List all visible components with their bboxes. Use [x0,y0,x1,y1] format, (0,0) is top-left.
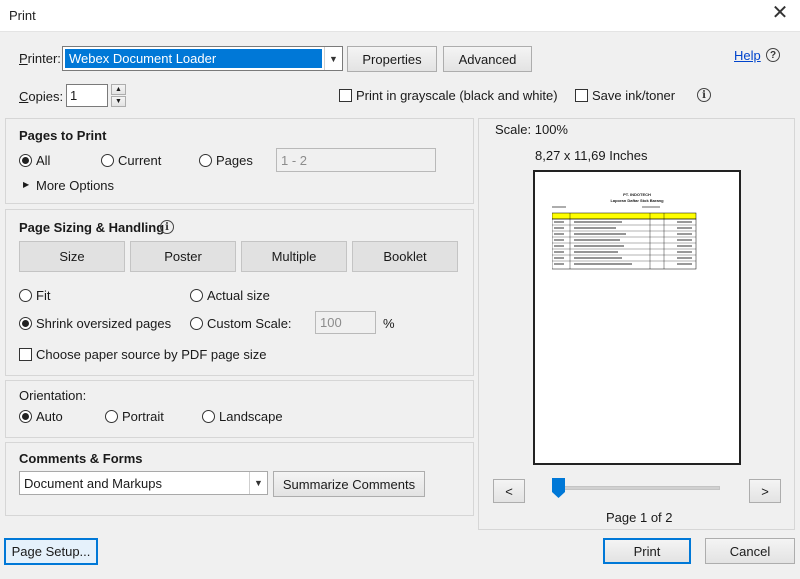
orientation-landscape-radio[interactable] [202,410,215,423]
multiple-button-label: Multiple [271,249,317,264]
grayscale-checkbox[interactable] [339,89,352,102]
fit-label: Fit [36,288,51,303]
comments-select-value: Document and Markups [24,476,163,491]
next-page-button[interactable]: > [749,479,781,503]
orientation-landscape-label: Landscape [219,409,283,424]
preview-doc-title: PT. INDOTECH [623,192,651,197]
custom-scale-value: 100 [320,315,342,330]
window-title: Print [9,8,36,23]
page-setup-label: Page Setup... [11,544,91,559]
properties-button[interactable]: Properties [347,46,437,72]
info-icon[interactable]: i [697,88,711,102]
copies-down-button[interactable]: ▼ [111,96,126,107]
pages-current-label: Current [118,153,162,168]
copies-label: Copies: [19,89,64,104]
summarize-comments-label: Summarize Comments [282,476,416,492]
advanced-button-label: Advanced [458,51,517,67]
size-button-label: Size [59,249,85,264]
preview-doc-subtitle: Laporan Daftar Stok Barang [610,198,664,203]
title-bar [0,0,800,32]
comments-forms-heading: Comments & Forms [19,451,143,466]
shrink-label: Shrink oversized pages [36,316,172,331]
pages-all-radio[interactable] [19,154,32,167]
prev-page-button[interactable]: < [493,479,525,503]
help-icon[interactable]: ? [766,48,780,62]
custom-scale-radio[interactable] [190,317,203,330]
chevron-right-icon: > [761,483,769,499]
orientation-portrait-label: Portrait [122,409,164,424]
comments-select[interactable]: Document and Markups ▼ [19,471,268,495]
print-button-label: Print [633,543,661,559]
more-options-toggle[interactable]: More Options [36,178,114,193]
printer-select-value: Webex Document Loader [69,51,217,66]
grayscale-label: Print in grayscale (black and white) [356,88,558,103]
fit-radio[interactable] [19,289,32,302]
size-button[interactable]: Size [19,241,125,272]
properties-button-label: Properties [362,51,422,67]
pages-all-label: All [36,153,51,168]
pages-range-value: 1 - 2 [281,152,308,168]
page-slider-track[interactable] [554,486,720,490]
preview-page: PT. INDOTECH Laporan Daftar Stok Barang [533,170,741,465]
page-setup-button[interactable]: Page Setup... [4,538,98,565]
copies-up-button[interactable]: ▲ [111,84,126,95]
orientation-auto-label: Auto [36,409,63,424]
paper-source-label: Choose paper source by PDF page size [36,347,267,362]
summarize-comments-button[interactable]: Summarize Comments [273,471,425,497]
chevron-left-icon: < [505,483,513,499]
pages-range-label: Pages [216,153,253,168]
actual-size-radio[interactable] [190,289,203,302]
paper-source-checkbox[interactable] [19,348,32,361]
page-info: Page 1 of 2 [606,510,673,525]
orientation-portrait-radio[interactable] [105,410,118,423]
poster-button-label: Poster [164,249,202,264]
copies-input[interactable]: 1 [66,84,108,107]
print-button[interactable]: Print [603,538,691,564]
cancel-button[interactable]: Cancel [705,538,795,564]
help-link[interactable]: Help [734,48,761,63]
pages-current-radio[interactable] [101,154,114,167]
printer-label: Printer: [19,51,61,66]
advanced-button[interactable]: Advanced [443,46,532,72]
booklet-button-label: Booklet [383,249,427,264]
close-icon[interactable]: ✕ [768,3,792,23]
multiple-button[interactable]: Multiple [241,241,347,272]
preview-scale: Scale: 100% [495,122,568,137]
custom-scale-label: Custom Scale: [207,316,292,331]
shrink-radio[interactable] [19,317,32,330]
page-sizing-heading: Page Sizing & Handling [19,220,165,235]
preview-doc-table [552,206,697,270]
copies-value: 1 [70,88,78,103]
chevron-down-icon: ▼ [324,47,342,70]
printer-select[interactable]: Webex Document Loader ▼ [62,46,343,71]
actual-size-label: Actual size [207,288,270,303]
percent-label: % [383,316,395,331]
save-ink-checkbox[interactable] [575,89,588,102]
orientation-heading: Orientation: [19,388,87,403]
save-ink-label: Save ink/toner [592,88,676,103]
pages-range-radio[interactable] [199,154,212,167]
chevron-down-icon: ▼ [249,472,267,494]
preview-dimensions: 8,27 x 11,69 Inches [535,148,648,163]
pages-range-input[interactable]: 1 - 2 [276,148,436,172]
poster-button[interactable]: Poster [130,241,236,272]
cancel-button-label: Cancel [729,543,771,559]
pages-to-print-heading: Pages to Print [19,128,107,143]
orientation-auto-radio[interactable] [19,410,32,423]
custom-scale-input[interactable]: 100 [315,311,376,334]
booklet-button[interactable]: Booklet [352,241,458,272]
expand-triangle-icon[interactable]: ▶ [23,180,29,189]
sizing-info-icon[interactable]: i [160,220,174,234]
